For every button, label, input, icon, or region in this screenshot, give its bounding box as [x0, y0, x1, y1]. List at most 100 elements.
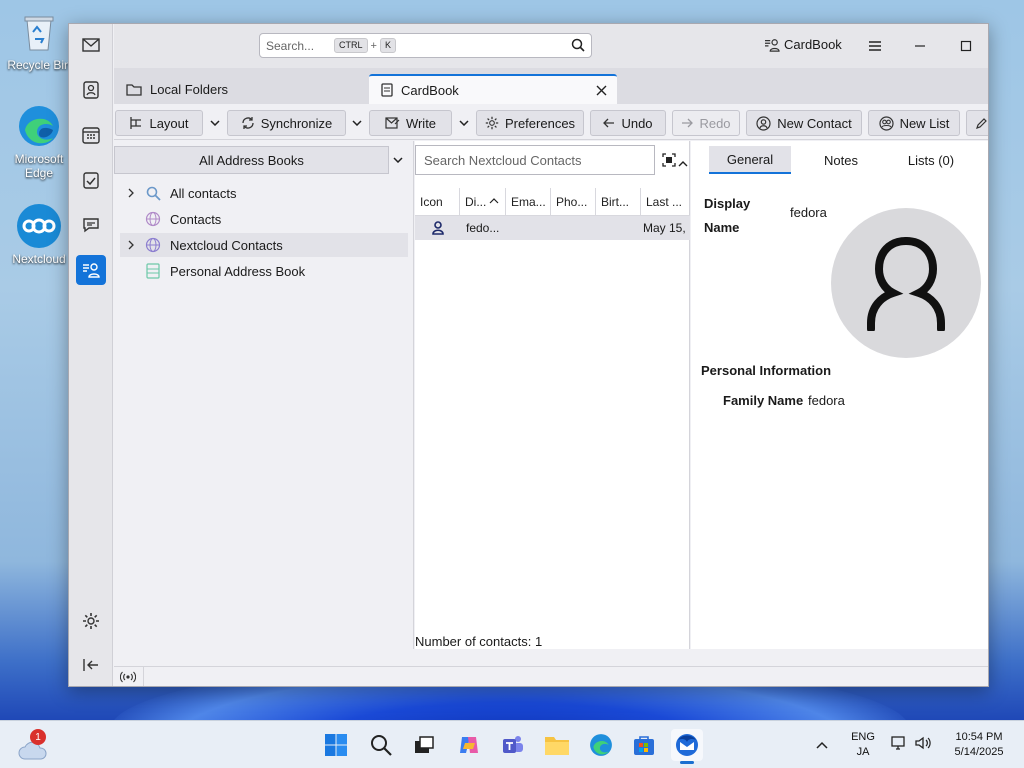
app-menu-button[interactable]: [863, 34, 887, 58]
edge-icon: [17, 104, 61, 148]
store-button[interactable]: [628, 729, 660, 761]
undo-button[interactable]: Undo: [590, 110, 666, 136]
global-search-box[interactable]: Search... CTRL + K: [259, 33, 592, 58]
hamburger-menu-icon: [869, 41, 881, 51]
desktop-icon-label: Microsoft Edge: [14, 152, 64, 180]
column-header-icon[interactable]: Icon: [415, 188, 460, 215]
store-icon: [634, 736, 654, 755]
cardbook-space-button[interactable]: [76, 255, 106, 285]
collapse-spaces-button[interactable]: [76, 650, 106, 680]
clock[interactable]: 10:54 PM 5/14/2025: [946, 730, 1012, 760]
contacts-column-headers: Icon Di... Ema... Pho... Birt... Last ..…: [415, 188, 690, 216]
tab-lists[interactable]: Lists (0): [891, 146, 971, 174]
edge-icon: [590, 734, 612, 756]
arrow-left-icon: [603, 118, 615, 128]
preferences-label: Preferences: [504, 115, 576, 131]
contacts-list-pane: Search Nextcloud Contacts Icon Di... Ema…: [415, 141, 690, 649]
layout-button[interactable]: Layout: [115, 110, 203, 136]
expand-twisty[interactable]: [120, 188, 142, 198]
cardbook-button-label: CardBook: [784, 37, 842, 52]
edit-button[interactable]: [966, 110, 988, 136]
language-primary: ENG: [851, 731, 875, 743]
network-icon: [891, 736, 905, 750]
desktop-icon-recycle-bin[interactable]: Recycle Bin: [6, 10, 72, 72]
tab-notes[interactable]: Notes: [801, 146, 881, 174]
synchronize-button[interactable]: Synchronize: [227, 110, 346, 136]
chevron-down-icon: [352, 120, 362, 126]
windows-logo-icon: [325, 734, 347, 756]
layout-dropdown[interactable]: [205, 110, 225, 136]
folder-icon: [126, 83, 142, 96]
contacts-search-input[interactable]: Search Nextcloud Contacts: [415, 145, 655, 175]
shortcut-key-ctrl: CTRL: [334, 38, 368, 53]
online-status-button[interactable]: [119, 671, 137, 686]
cardbook-toolbar-button[interactable]: CardBook: [764, 37, 842, 52]
close-tab-button[interactable]: [596, 84, 607, 99]
contact-photo[interactable]: [831, 208, 981, 358]
tree-item-nextcloud-contacts[interactable]: Nextcloud Contacts: [120, 233, 408, 257]
column-header-birthday[interactable]: Birt...: [596, 188, 641, 215]
cardbook-toolbar: Layout Synchronize Write Preferences Und…: [114, 104, 988, 140]
tree-item-personal-address-book[interactable]: Personal Address Book: [120, 259, 408, 283]
desktop-icon-nextcloud[interactable]: Nextcloud: [6, 204, 72, 266]
tree-item-label: Personal Address Book: [170, 263, 306, 279]
synchronize-dropdown[interactable]: [347, 110, 367, 136]
desktop-icon-label: Nextcloud: [12, 252, 66, 266]
expand-twisty[interactable]: [120, 240, 142, 250]
tab-local-folders[interactable]: Local Folders: [114, 74, 367, 104]
calendar-space-button[interactable]: [76, 120, 106, 150]
maximize-button[interactable]: [954, 34, 978, 58]
tree-item-all-contacts[interactable]: All contacts: [120, 181, 408, 205]
globe-icon: [142, 236, 164, 254]
task-view-button[interactable]: [408, 729, 440, 761]
copilot-button[interactable]: [453, 729, 485, 761]
new-contact-button[interactable]: New Contact: [746, 110, 862, 136]
copilot-icon: [460, 737, 478, 753]
thunderbird-icon: [676, 734, 698, 756]
redo-button[interactable]: Redo: [672, 110, 740, 136]
calendar-icon: [82, 127, 100, 144]
tree-item-contacts[interactable]: Contacts: [120, 207, 408, 231]
system-tray-icons[interactable]: [890, 735, 932, 751]
desktop-icon-edge[interactable]: Microsoft Edge: [6, 104, 72, 180]
edge-taskbar-button[interactable]: [585, 729, 617, 761]
address-book-selector[interactable]: All Address Books: [114, 146, 389, 174]
column-header-display-name[interactable]: Di...: [460, 188, 506, 215]
shortcut-plus: +: [370, 39, 377, 52]
search-icon: [571, 38, 585, 52]
column-header-email[interactable]: Ema...: [506, 188, 551, 215]
new-list-label: New List: [899, 115, 950, 131]
file-explorer-button[interactable]: [541, 729, 573, 761]
write-icon: [385, 117, 400, 129]
write-dropdown[interactable]: [454, 110, 474, 136]
cardbook-icon: [765, 38, 780, 52]
column-header-phone[interactable]: Pho...: [551, 188, 596, 215]
write-label: Write: [405, 115, 437, 131]
contact-row[interactable]: fedo... May 15,: [415, 216, 690, 240]
address-book-selector-dropdown[interactable]: [393, 151, 403, 166]
search-mode-button[interactable]: [662, 153, 676, 170]
show-hidden-icons-button[interactable]: [816, 737, 828, 752]
thunderbird-taskbar-button[interactable]: [671, 729, 703, 764]
tab-cardbook[interactable]: CardBook: [369, 74, 617, 104]
address-book-space-button[interactable]: [76, 75, 106, 105]
taskbar-search-button[interactable]: [365, 729, 397, 761]
mail-space-button[interactable]: [76, 30, 106, 60]
collapse-search-button[interactable]: [678, 155, 688, 170]
language-indicator[interactable]: ENG JA: [848, 730, 878, 760]
weather-widget[interactable]: 1: [18, 729, 52, 761]
new-list-button[interactable]: New List: [868, 110, 960, 136]
tab-general[interactable]: General: [709, 146, 791, 174]
settings-space-button[interactable]: [76, 606, 106, 636]
start-button[interactable]: [320, 729, 352, 761]
teams-button[interactable]: [497, 729, 529, 761]
chat-space-button[interactable]: [76, 210, 106, 240]
column-header-last-modified[interactable]: Last ...: [641, 188, 690, 215]
tasks-space-button[interactable]: [76, 165, 106, 195]
focus-icon: [662, 153, 676, 167]
minimize-button[interactable]: [908, 34, 932, 58]
contacts-search-placeholder: Search Nextcloud Contacts: [424, 152, 582, 168]
preferences-button[interactable]: Preferences: [476, 110, 584, 136]
address-books-pane: All Address Books All contacts Contacts …: [114, 141, 414, 649]
write-button[interactable]: Write: [369, 110, 452, 136]
